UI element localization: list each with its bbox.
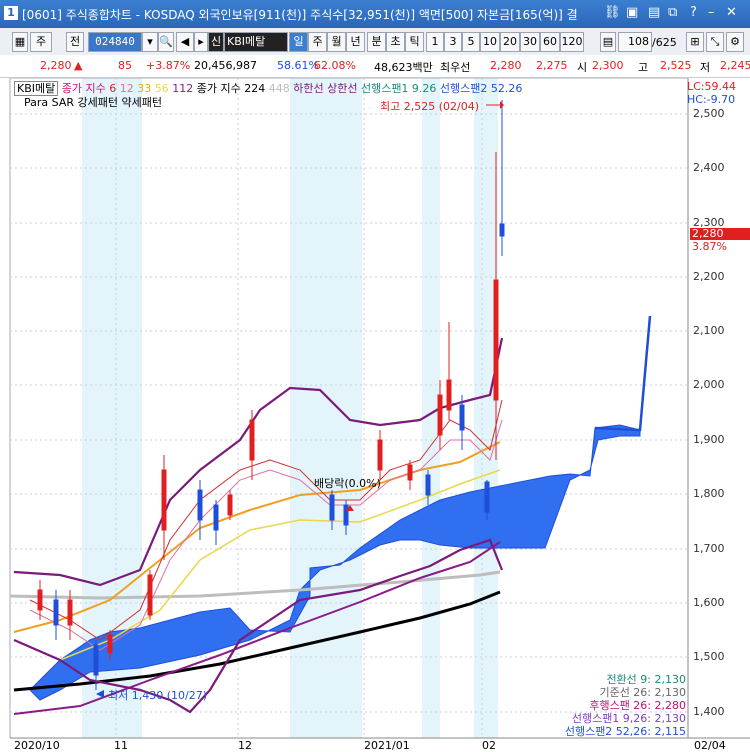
period-minute[interactable]: 분 (367, 32, 386, 52)
legend-ma448: 448 (268, 82, 290, 95)
volume-ratio-2: 62.08% (314, 59, 356, 72)
x-axis-date: 02/04 (694, 739, 726, 752)
legend-lc: LC:59.44 (687, 80, 737, 93)
link-icon[interactable]: ⛓ (604, 5, 621, 20)
legend-sar: Para SAR 강세패턴 (24, 96, 118, 109)
interval-60[interactable]: 60 (540, 32, 560, 52)
interval-20[interactable]: 20 (500, 32, 520, 52)
interval-120[interactable]: 120 (560, 32, 584, 52)
change-percent: +3.87% (146, 59, 191, 72)
stock-name: KBI메탈 (224, 32, 288, 52)
prev-code-button[interactable]: 전 (66, 32, 84, 52)
window-icon[interactable]: ▣ (626, 5, 638, 20)
x-tick: 12 (238, 739, 252, 752)
display-count-input[interactable]: 108 (618, 32, 652, 52)
low-label: 저 (700, 61, 711, 74)
bid-price: 2,275 (536, 59, 568, 72)
window-number: 1 (4, 6, 18, 20)
period-tick[interactable]: 틱 (405, 32, 424, 52)
code-type-select[interactable]: 주 (30, 32, 52, 52)
high-annotation: 최고 2,525 (02/04) (380, 100, 480, 113)
period-month[interactable]: 월 (327, 32, 346, 52)
legend-ma224: 종가 지수 224 (196, 82, 266, 95)
trade-amount: 48,623백만 (374, 61, 433, 74)
display-total: /625 (652, 36, 677, 49)
legend-span1: 선행스팬1 9.26 (360, 82, 437, 95)
interval-10[interactable]: 10 (480, 32, 500, 52)
chart-toolbar: ▦ 주 전 024840 ▾ 🔍 ◀ ▸ 신 KBI메탈 일 주 월 년 분 초… (0, 28, 750, 56)
save-icon[interactable]: ▤ (648, 5, 660, 20)
up-arrow-icon: ▲ (74, 59, 83, 72)
legend-span2: 선행스팬2 52.26 (439, 82, 523, 95)
price-info-row: 2,280 ▲ 85 +3.87% 20,456,987 58.61% 62.0… (0, 55, 750, 78)
speaker-icon[interactable]: ◀ (176, 32, 194, 52)
interval-3[interactable]: 3 (444, 32, 462, 52)
best-quote-label: 최우선 (440, 61, 471, 74)
x-tick: 02 (482, 739, 496, 752)
x-tick: 2021/01 (364, 739, 410, 752)
legend-weak: 약세패턴 (121, 96, 162, 109)
arrow-icon[interactable]: ▸ (194, 32, 208, 52)
open-label: 시 (577, 61, 588, 74)
low-annotation: 최저 1,430 (10/27) (108, 689, 208, 702)
current-price: 2,280 (40, 59, 72, 72)
legend-hc: HC:-9.70 (687, 93, 736, 106)
y-tick: 1,500 (693, 650, 725, 663)
minimize-icon[interactable]: – (708, 5, 715, 20)
interval-1[interactable]: 1 (426, 32, 444, 52)
interval-30[interactable]: 30 (520, 32, 540, 52)
dividend-annotation: 배당락(0.0%) (314, 477, 381, 490)
grid-icon[interactable]: ▦ (12, 32, 28, 52)
x-tick: 2020/10 (14, 739, 60, 752)
y-tick: 1,700 (693, 542, 725, 555)
search-icon[interactable]: 🔍 (158, 32, 174, 52)
y-tick: 2,500 (693, 107, 725, 120)
period-day[interactable]: 일 (289, 32, 308, 52)
period-second[interactable]: 초 (386, 32, 405, 52)
legend-upper: 상한선 (327, 82, 358, 95)
zoom-icon[interactable]: ⤡ (706, 32, 724, 52)
volume: 20,456,987 (194, 59, 257, 72)
y-tick: 2,100 (693, 324, 725, 337)
window-titlebar: 1 [0601] 주식종합차트 - KOSDAQ 외국인보유[911(천)] 주… (0, 0, 750, 28)
credit-badge: 신 (208, 32, 224, 52)
settings-icon[interactable]: ⚙ (726, 32, 744, 52)
change-amount: 85 (118, 59, 132, 72)
ichimoku-span2: 선행스팬2 52,26: 2,115 (564, 725, 686, 738)
stock-code-input[interactable]: 024840 (88, 32, 142, 52)
price-chart[interactable] (0, 78, 750, 750)
y-tick: 1,600 (693, 596, 725, 609)
help-icon[interactable]: ? (690, 5, 697, 20)
period-week[interactable]: 주 (308, 32, 327, 52)
table-icon[interactable]: ▤ (600, 32, 616, 52)
x-tick: 11 (114, 739, 128, 752)
sar-legend: Para SAR 강세패턴 약세패턴 (24, 94, 162, 110)
ask-price: 2,280 (490, 59, 522, 72)
y-tick: 1,800 (693, 487, 725, 500)
y-tick: 2,300 (693, 216, 725, 229)
y-tick: 2,000 (693, 378, 725, 391)
volume-ratio-1: 58.61% (277, 59, 319, 72)
y-tick: 2,200 (693, 270, 725, 283)
window-title: [0601] 주식종합차트 - KOSDAQ 외국인보유[911(천)] 주식수… (22, 8, 578, 22)
chart-type-icon[interactable]: ⊞ (686, 32, 704, 52)
legend-ma112: 112 (172, 82, 194, 95)
current-pct-tag: 3.87% (692, 240, 727, 253)
interval-5[interactable]: 5 (462, 32, 480, 52)
legend-lower: 하한선 (293, 82, 324, 95)
y-tick: 2,400 (693, 161, 725, 174)
y-tick: 1,400 (693, 705, 725, 718)
high-label: 고 (638, 61, 649, 74)
tile-icon[interactable]: ⧉ (668, 5, 677, 20)
y-tick: 1,900 (693, 433, 725, 446)
close-icon[interactable]: ✕ (726, 5, 737, 20)
period-year[interactable]: 년 (346, 32, 365, 52)
open-price: 2,300 (592, 59, 624, 72)
high-price: 2,525 (660, 59, 692, 72)
low-price: 2,245 (720, 59, 750, 72)
dropdown-icon[interactable]: ▾ (142, 32, 158, 52)
